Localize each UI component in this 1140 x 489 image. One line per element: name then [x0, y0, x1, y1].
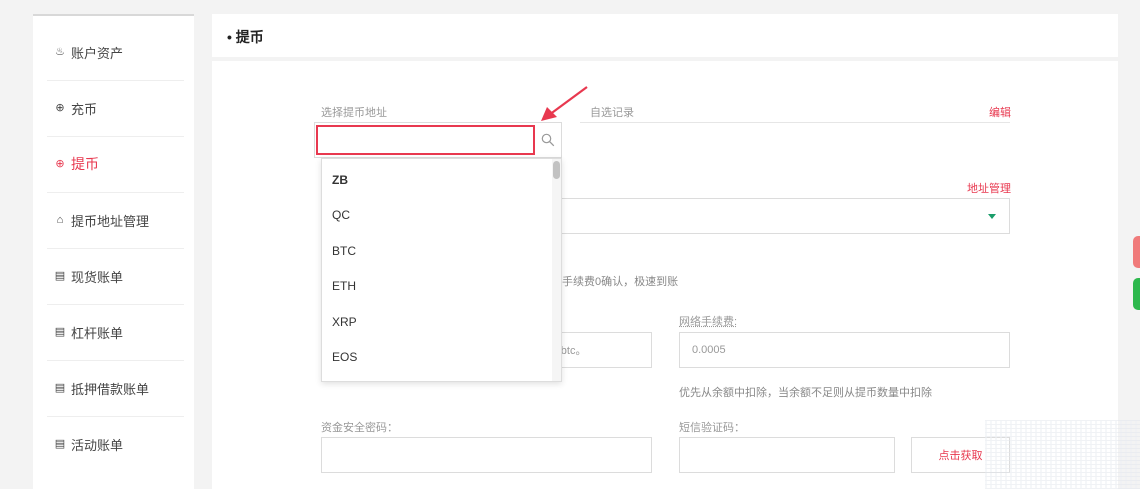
sidebar-item-loan-bill[interactable]: ▤ 抵押借款账单	[33, 360, 194, 416]
network-fee-input[interactable]: 0.0005	[679, 332, 1010, 368]
sms-code-input[interactable]	[679, 437, 895, 473]
annotation-arrow-icon	[541, 86, 588, 121]
deposit-icon: ⊕	[55, 102, 65, 114]
select-address-label: 选择提币地址	[321, 107, 387, 119]
address-select[interactable]	[540, 198, 1010, 234]
network-fee-label: 网络手续费:	[679, 316, 738, 328]
dropdown-option-zb[interactable]: ZB	[332, 173, 348, 187]
bill-icon: ▤	[54, 326, 66, 338]
coin-dropdown: ZB QC BTC ETH XRP EOS	[321, 158, 562, 382]
dropdown-option-qc[interactable]: QC	[332, 208, 350, 222]
float-tab-green[interactable]	[1133, 278, 1140, 310]
assets-icon: ♨	[55, 46, 65, 58]
sidebar-item-spot-bill[interactable]: ▤ 现货账单	[33, 248, 194, 304]
dropdown-option-eth[interactable]: ETH	[332, 279, 356, 293]
sidebar-item-label: 抵押借款账单	[71, 381, 150, 397]
chevron-down-icon	[988, 214, 996, 219]
sidebar-item-label: 杠杆账单	[71, 325, 124, 341]
sidebar: ♨ 账户资产 ⊕ 充币 ⊕ 提币 ⌂ 提币地址管理 ▤ 现货账单 ▤ 杠杆账单 …	[33, 14, 194, 489]
sidebar-item-margin-bill[interactable]: ▤ 杠杆账单	[33, 304, 194, 360]
get-code-label: 点击获取	[938, 450, 983, 462]
sidebar-item-label: 活动账单	[71, 437, 124, 453]
network-fee-value: 0.0005	[692, 344, 726, 356]
sidebar-item-assets[interactable]: ♨ 账户资产	[33, 24, 194, 80]
float-tab-red[interactable]	[1133, 236, 1140, 268]
sidebar-item-label: 现货账单	[71, 269, 124, 285]
sidebar-item-label: 充币	[71, 101, 98, 117]
deduct-note: 优先从余额中扣除，当余额不足则从提币数量中扣除	[679, 387, 932, 399]
sidebar-item-label: 提币地址管理	[71, 213, 150, 229]
dropdown-option-btc[interactable]: BTC	[332, 244, 356, 258]
fund-password-label: 资金安全密码：	[321, 422, 398, 434]
custom-record-label: 自选记录	[590, 107, 634, 119]
page-title: • 提币	[227, 29, 264, 45]
search-icon[interactable]	[541, 133, 555, 147]
bill-icon: ▤	[54, 438, 66, 450]
watermark-pattern	[985, 420, 1140, 489]
sidebar-item-label: 提币	[71, 156, 99, 172]
bill-icon: ▤	[54, 382, 66, 394]
edit-link[interactable]: 编辑	[989, 104, 1011, 120]
address-book-icon: ⌂	[56, 214, 64, 226]
sidebar-item-withdraw[interactable]: ⊕ 提币	[33, 136, 194, 192]
fund-password-input[interactable]	[321, 437, 652, 473]
fee-note: 手续费0确认，极速到账	[562, 276, 679, 288]
bill-icon: ▤	[54, 270, 66, 282]
sidebar-item-activity-bill[interactable]: ▤ 活动账单	[33, 416, 194, 472]
address-manage-link[interactable]: 地址管理	[967, 180, 1011, 196]
scrollbar-thumb[interactable]	[553, 161, 560, 179]
sidebar-item-label: 账户资产	[71, 45, 124, 61]
sidebar-item-deposit[interactable]: ⊕ 充币	[33, 80, 194, 136]
dropdown-scrollbar[interactable]	[552, 159, 561, 381]
dropdown-option-eos[interactable]: EOS	[332, 350, 357, 364]
divider	[580, 122, 1010, 123]
sms-code-label: 短信验证码：	[679, 422, 745, 434]
address-search-input[interactable]	[316, 125, 535, 155]
sidebar-item-address-manage[interactable]: ⌂ 提币地址管理	[33, 192, 194, 248]
withdraw-icon: ⊕	[55, 158, 65, 170]
dropdown-option-xrp[interactable]: XRP	[332, 315, 357, 329]
page-header: • 提币	[212, 14, 1118, 57]
